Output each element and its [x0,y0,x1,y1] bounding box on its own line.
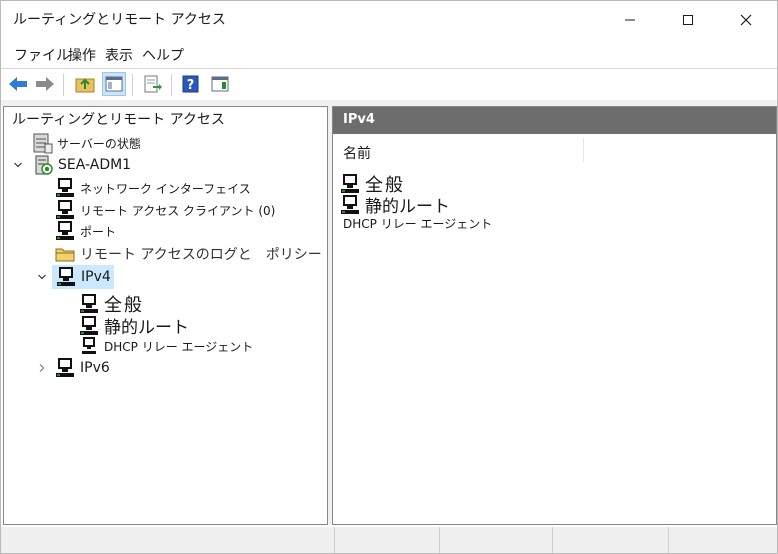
tree-item-label: IPv4 [81,269,111,285]
dhcp-relay-icon [82,337,96,354]
export-list-icon [144,75,162,93]
list-item-label: 静的ルート [365,197,450,217]
export-list-button[interactable] [141,72,165,96]
ipv4-icon [57,267,75,286]
server-icon [35,155,53,175]
show-hide-tree-button[interactable] [102,72,126,96]
tree-item-logging-policy[interactable]: リモート アクセスのログと ポリシー [54,243,322,265]
tree-item-label: サーバーの状態 [57,136,141,151]
static-routes-icon [80,315,98,335]
tree-item-remote-clients[interactable]: リモート アクセス クライアント (0) [54,199,275,221]
detail-header: IPv4 [333,107,776,134]
menu-action[interactable]: 操作 [68,45,96,65]
tree-item-label: ネットワーク インターフェイス [80,181,251,196]
up-one-level-button[interactable] [73,72,97,96]
show-hide-action-pane-button[interactable] [208,72,232,96]
tree-item-ports[interactable]: ポート [54,220,116,242]
tree-item-label: DHCP リレー エージェント [104,339,254,354]
collapse-chevron-icon[interactable] [13,160,23,170]
tree-item-ipv4-dhcp-relay[interactable]: DHCP リレー エージェント [78,335,253,357]
tree-item-ipv6[interactable]: IPv6 [54,357,110,379]
collapse-chevron-icon[interactable] [37,272,47,282]
tree-item-label: ポート [80,224,117,239]
help-icon: ? [182,75,199,93]
window: ルーティングとリモート アクセス ファイル 操作 表示 ヘルプ ? ルーティング… [0,0,778,554]
menu-file[interactable]: ファイル [14,45,70,65]
action-pane-icon [211,76,229,92]
detail-header-title: IPv4 [343,112,375,127]
column-header-row: 名前 [333,136,776,164]
back-button[interactable] [6,72,30,96]
help-button[interactable]: ? [179,72,203,96]
forward-arrow-icon [36,77,54,91]
show-hide-console-tree-icon [105,76,123,92]
tree-item-network-interfaces[interactable]: ネットワーク インターフェイス [54,177,251,199]
tree-root-label: ルーティングとリモート アクセス [12,112,225,128]
status-bar [1,527,777,553]
tree-item-label: リモート アクセスのログと ポリシー [80,247,322,263]
svg-text:?: ? [187,78,195,93]
remote-client-icon [56,200,74,219]
tree-item-label: IPv6 [80,360,110,376]
network-interface-icon [56,178,74,197]
list-item[interactable]: 静的ルート [339,192,450,217]
toolbar-separator [171,74,172,96]
expand-chevron-icon[interactable] [37,363,47,373]
window-title: ルーティングとリモート アクセス [13,12,226,28]
back-arrow-icon [9,77,27,91]
list-item-label: DHCP リレー エージェント [343,217,493,231]
forward-button[interactable] [33,72,57,96]
close-icon [740,14,752,26]
console-tree[interactable]: ルーティングとリモート アクセス サーバーの状態 SEA-ADM1 ネットワーク… [3,106,328,525]
tree-root[interactable]: ルーティングとリモート アクセス [12,109,225,129]
maximize-button[interactable] [665,1,711,39]
folder-icon [55,248,75,262]
tree-item-label: SEA-ADM1 [58,157,132,173]
status-divider [439,527,440,553]
ipv6-icon [56,358,74,377]
column-divider[interactable] [583,138,584,162]
tree-item-server[interactable]: SEA-ADM1 [32,154,131,176]
menu-help[interactable]: ヘルプ [142,45,184,65]
minimize-button[interactable] [607,1,653,39]
toolbar-separator [132,74,133,96]
toolbar-separator [63,74,64,96]
toolbar: ? [1,68,777,101]
title-bar[interactable]: ルーティングとリモート アクセス [1,1,777,39]
status-divider [552,527,553,553]
status-divider [668,527,669,553]
tree-item-ipv4[interactable]: IPv4 [52,265,114,289]
detail-pane[interactable]: IPv4 名前 全般 静的ルート DHCP リレー エージェント [332,106,777,525]
menu-view[interactable]: 表示 [105,45,133,65]
column-header-name[interactable]: 名前 [343,143,371,163]
tree-item-server-status[interactable]: サーバーの状態 [31,132,141,154]
general-icon [80,294,98,313]
status-divider [334,527,335,553]
list-item[interactable]: DHCP リレー エージェント [343,215,492,232]
close-button[interactable] [723,1,769,39]
tree-item-label: リモート アクセス クライアント (0) [80,203,276,218]
maximize-icon [683,15,693,25]
minimize-icon [625,19,635,21]
server-status-icon [33,133,53,154]
port-icon [56,221,74,240]
static-routes-icon [341,194,359,214]
menu-bar: ファイル 操作 表示 ヘルプ [1,41,777,67]
up-folder-icon [75,78,95,93]
